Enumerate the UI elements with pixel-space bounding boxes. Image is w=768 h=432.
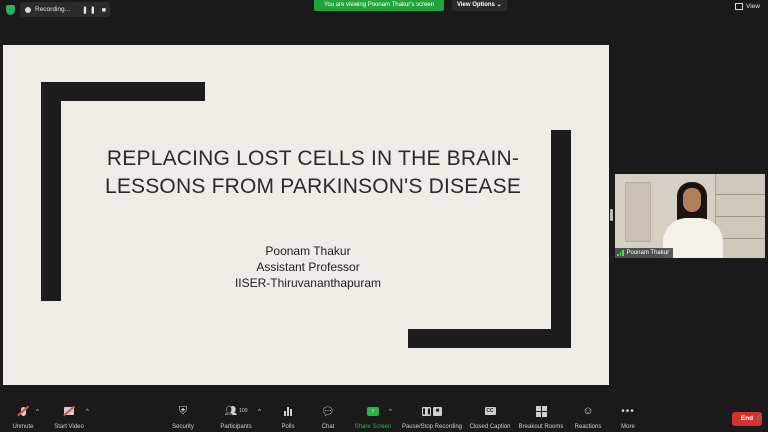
decorative-bracket-right [551, 130, 571, 348]
participants-label: Participants [220, 424, 252, 430]
recording-label: Recording... [35, 6, 71, 13]
security-label: Security [172, 424, 194, 430]
author-name: Poonam Thakur [265, 244, 351, 258]
participant-count: 100 [239, 408, 248, 414]
recording-indicator: Recording... ❚❚ ■ [20, 2, 110, 17]
pause-stop-icon: ❚❚ ■ [421, 404, 443, 418]
zoom-meeting-window: Recording... ❚❚ ■ You are viewing Poonam… [0, 0, 768, 432]
share-options-caret[interactable]: ^ [389, 409, 392, 415]
closed-caption-icon: CC [484, 407, 496, 415]
share-screen-icon: ↑ [367, 404, 379, 418]
grid-view-icon [735, 3, 744, 10]
microphone-muted-icon [16, 404, 30, 418]
start-video-label: Start Video [54, 424, 84, 430]
participants-icon: 👥︎ 100 [224, 405, 248, 417]
smiley-face-icon: ☺ [582, 405, 594, 417]
author-affiliation: IISER-Thiruvananthapuram [234, 276, 382, 290]
meeting-toolbar: Unmute ^ Start Video ^ ⛨ Security 👥︎ 100 … [0, 400, 768, 432]
slide-title: REPLACING LOST CELLS IN THE BRAIN- LESSO… [83, 145, 543, 201]
record-dot-icon [25, 6, 31, 13]
decorative-bracket-left [41, 82, 61, 301]
start-video-button[interactable]: Start Video [34, 404, 104, 430]
signal-strength-icon [617, 250, 624, 256]
video-options-caret[interactable]: ^ [86, 409, 89, 415]
share-banner: You are viewing Poonam Thakur's screen [314, 0, 444, 11]
view-options-button[interactable]: View Options ⌄ [452, 0, 507, 11]
recording-controls[interactable]: ❚❚ ■ [82, 6, 108, 14]
view-button[interactable]: View [735, 3, 760, 10]
slide-title-line1: REPLACING LOST CELLS IN THE BRAIN- [106, 147, 520, 170]
slide-title-line2: LESSONS FROM PARKINSON'S DISEASE [104, 175, 522, 198]
participant-name: Poonam Thakur [626, 250, 670, 256]
participant-name-label: Poonam Thakur [615, 248, 674, 258]
unmute-label: Unmute [12, 424, 34, 430]
share-screen-label: Share Screen [354, 424, 392, 430]
decorative-bracket-top [41, 82, 205, 101]
chat-bubble-icon: 💬︎ [321, 405, 335, 418]
author-role: Assistant Professor [256, 260, 360, 274]
bar-chart-icon [284, 404, 292, 418]
more-label: More [621, 424, 635, 430]
pause-stop-recording-label: Pause/Stop Recording [401, 424, 463, 430]
participant-video-tile[interactable]: Poonam Thakur [615, 174, 765, 258]
slide-author-block: Poonam Thakur Assistant Professor IISER-… [188, 243, 428, 291]
view-label: View [746, 3, 760, 10]
chat-label: Chat [321, 424, 335, 430]
breakout-rooms-icon [535, 404, 547, 418]
more-dots-icon: ••• [621, 405, 635, 417]
more-button[interactable]: ••• More [593, 404, 663, 431]
resize-grip-icon[interactable] [752, 410, 762, 421]
decorative-bracket-bottom [408, 329, 571, 348]
shield-icon: ⛨ [178, 404, 188, 417]
shield-icon[interactable] [6, 5, 15, 15]
camera-off-icon [62, 404, 76, 418]
closed-caption-label: Closed Caption [469, 424, 511, 430]
shared-screen-slide: REPLACING LOST CELLS IN THE BRAIN- LESSO… [3, 45, 609, 385]
panel-resize-handle[interactable] [610, 209, 613, 221]
